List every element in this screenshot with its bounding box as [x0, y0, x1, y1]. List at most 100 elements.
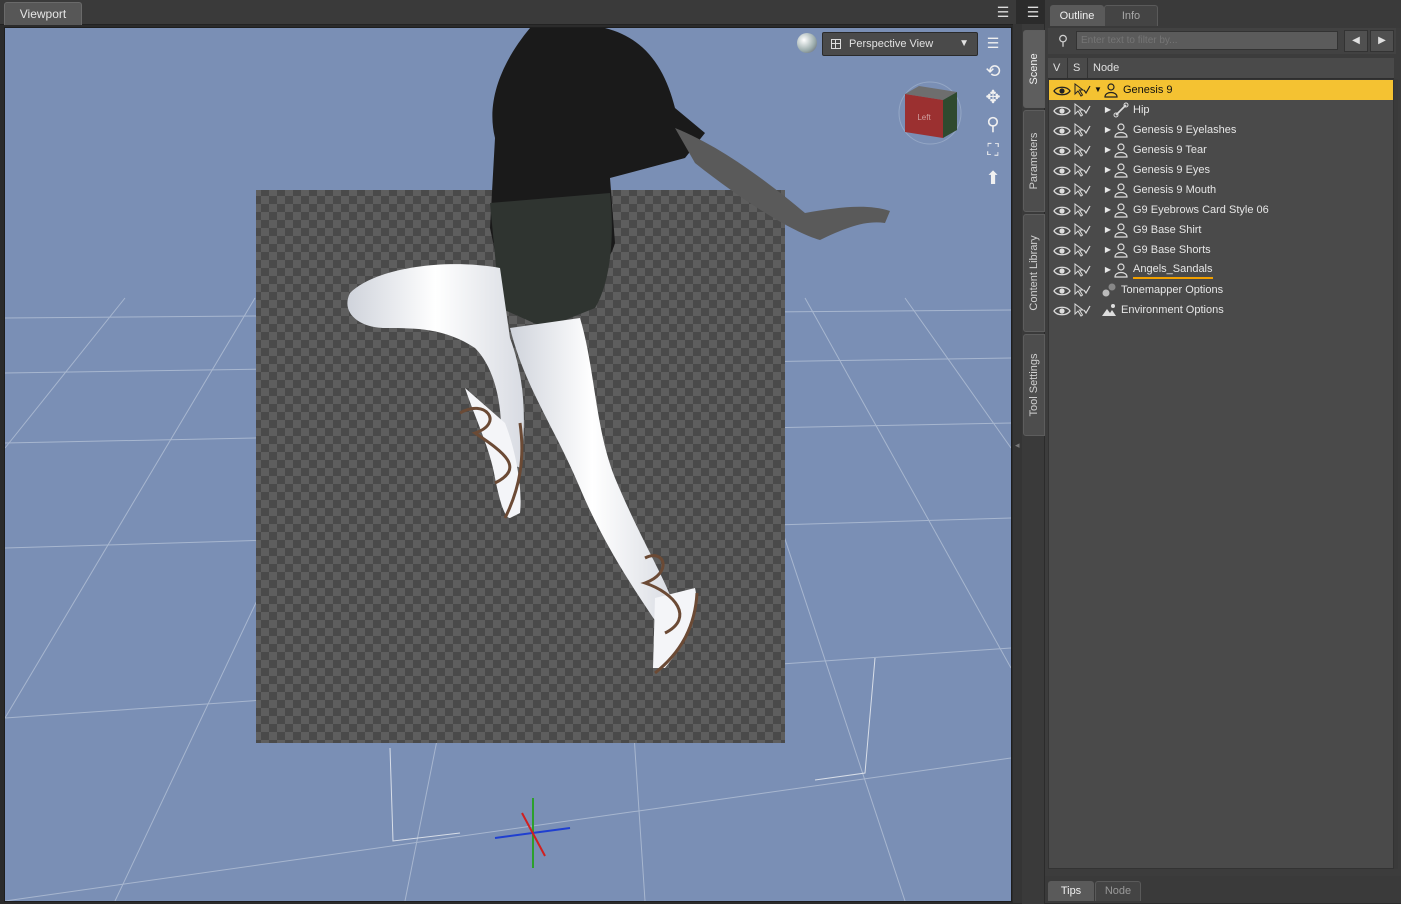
selectable-arrow-icon[interactable] — [1073, 263, 1091, 277]
node-label: G9 Base Shirt — [1133, 224, 1202, 236]
figure-icon — [1113, 162, 1129, 178]
reset-view-icon[interactable]: ⬆ — [981, 167, 1005, 189]
selectable-arrow-icon[interactable] — [1073, 183, 1091, 197]
axis-gizmo — [494, 798, 571, 868]
zoom-icon[interactable]: ⚲ — [981, 113, 1005, 135]
selectable-arrow-icon[interactable] — [1073, 303, 1091, 317]
expand-arrow-icon[interactable]: ▶ — [1103, 200, 1113, 220]
outline-row[interactable]: ▶ G9 Eyebrows Card Style 06 — [1049, 200, 1393, 220]
orbit-icon[interactable]: ⟲ — [981, 60, 1005, 82]
node-label: Angels_Sandals — [1133, 261, 1213, 279]
node-label: Tonemapper Options — [1121, 284, 1224, 296]
outline-row[interactable]: ▶ Angels_Sandals — [1049, 260, 1393, 280]
figure-shorts — [490, 193, 612, 328]
next-icon[interactable]: ▶ — [1370, 30, 1394, 52]
tab-scene[interactable]: Scene — [1023, 30, 1045, 108]
expand-arrow-icon[interactable]: ▶ — [1103, 240, 1113, 260]
scene-render — [5, 28, 1011, 901]
visibility-eye-icon[interactable] — [1053, 304, 1071, 316]
viewport-tab-bar — [0, 0, 1016, 25]
visibility-eye-icon[interactable] — [1053, 104, 1071, 116]
selectable-arrow-icon[interactable] — [1073, 143, 1091, 157]
expand-arrow-icon[interactable]: ▶ — [1103, 100, 1113, 120]
node-label: Genesis 9 Eyes — [1133, 164, 1211, 176]
side-tab-strip: Scene Parameters Content Library Tool Se… — [1022, 24, 1045, 904]
outline-row[interactable]: ▼ Genesis 9 — [1049, 80, 1393, 100]
selectable-arrow-icon[interactable] — [1073, 103, 1091, 117]
previous-icon[interactable]: ◀ — [1344, 30, 1368, 52]
outline-row[interactable]: ▶ Genesis 9 Eyes — [1049, 160, 1393, 180]
visibility-eye-icon[interactable] — [1053, 144, 1071, 156]
figure-icon — [1113, 262, 1129, 278]
selectable-arrow-icon[interactable] — [1073, 283, 1091, 297]
tab-tool-settings[interactable]: Tool Settings — [1023, 334, 1045, 436]
viewport-options-icon[interactable]: ☰ — [981, 32, 1005, 54]
selectable-arrow-icon[interactable] — [1073, 203, 1091, 217]
selectable-arrow-icon[interactable] — [1073, 223, 1091, 237]
tab-tips[interactable]: Tips — [1048, 881, 1094, 901]
expand-arrow-icon[interactable]: ▶ — [1103, 260, 1113, 280]
visibility-eye-icon[interactable] — [1053, 164, 1071, 176]
outline-row[interactable]: ▶ Genesis 9 Tear — [1049, 140, 1393, 160]
node-label: G9 Base Shorts — [1133, 244, 1211, 256]
viewport-canvas[interactable] — [4, 27, 1012, 902]
node-label: Hip — [1133, 104, 1150, 116]
splitter-grip-icon[interactable]: ◂ — [1015, 440, 1020, 460]
visibility-eye-icon[interactable] — [1053, 244, 1071, 256]
visibility-eye-icon[interactable] — [1053, 84, 1071, 96]
expand-arrow-icon[interactable]: ▶ — [1103, 160, 1113, 180]
selectable-arrow-icon[interactable] — [1073, 243, 1091, 257]
collapse-arrow-icon[interactable]: ▼ — [1093, 80, 1103, 100]
column-selectable[interactable]: S — [1068, 58, 1088, 78]
column-node[interactable]: Node — [1088, 58, 1394, 78]
node-label: G9 Eyebrows Card Style 06 — [1133, 204, 1269, 216]
selectable-arrow-icon[interactable] — [1073, 83, 1091, 97]
node-label: Genesis 9 — [1123, 84, 1173, 96]
selectable-arrow-icon[interactable] — [1073, 123, 1091, 137]
search-icon[interactable]: ⚲ — [1053, 30, 1073, 50]
panel-splitter[interactable] — [1013, 24, 1022, 903]
chevron-down-icon: ▼ — [959, 38, 969, 49]
frame-icon[interactable]: ⛶ — [981, 140, 1005, 162]
outline-row[interactable]: Tonemapper Options — [1049, 280, 1393, 300]
pane-menu-icon[interactable]: ☰ — [1024, 4, 1042, 20]
outline-scrollbar[interactable] — [1394, 79, 1398, 869]
view-cube[interactable]: Left — [897, 80, 963, 146]
visibility-eye-icon[interactable] — [1053, 284, 1071, 296]
grid-icon — [831, 39, 841, 49]
figure-icon — [1113, 202, 1129, 218]
tab-content-library[interactable]: Content Library — [1023, 214, 1045, 332]
column-visible[interactable]: V — [1048, 58, 1068, 78]
outline-row[interactable]: Environment Options — [1049, 300, 1393, 320]
tab-parameters[interactable]: Parameters — [1023, 110, 1045, 212]
figure-icon — [1103, 82, 1119, 98]
outline-row[interactable]: ▶ Genesis 9 Mouth — [1049, 180, 1393, 200]
visibility-eye-icon[interactable] — [1053, 184, 1071, 196]
outline-row[interactable]: ▶ G9 Base Shorts — [1049, 240, 1393, 260]
outline-row[interactable]: ▶ Hip — [1049, 100, 1393, 120]
visibility-eye-icon[interactable] — [1053, 124, 1071, 136]
outline-row[interactable]: ▶ Genesis 9 Eyelashes — [1049, 120, 1393, 140]
pan-icon[interactable]: ✥ — [981, 86, 1005, 108]
draw-style-sphere-icon[interactable] — [797, 33, 817, 53]
tab-outline[interactable]: Outline — [1050, 5, 1104, 26]
viewport-tab[interactable]: Viewport — [4, 2, 82, 25]
visibility-eye-icon[interactable] — [1053, 224, 1071, 236]
visibility-eye-icon[interactable] — [1053, 204, 1071, 216]
node-label: Genesis 9 Mouth — [1133, 184, 1217, 196]
selectable-arrow-icon[interactable] — [1073, 163, 1091, 177]
expand-arrow-icon[interactable]: ▶ — [1103, 140, 1113, 160]
figure-icon — [1113, 182, 1129, 198]
node-label: Genesis 9 Tear — [1133, 144, 1207, 156]
outline-row[interactable]: ▶ G9 Base Shirt — [1049, 220, 1393, 240]
visibility-eye-icon[interactable] — [1053, 264, 1071, 276]
expand-arrow-icon[interactable]: ▶ — [1103, 120, 1113, 140]
figure-icon — [1113, 142, 1129, 158]
filter-input[interactable] — [1076, 31, 1338, 50]
viewport-menu-icon[interactable]: ☰ — [994, 4, 1012, 20]
expand-arrow-icon[interactable]: ▶ — [1103, 180, 1113, 200]
tab-info[interactable]: Info — [1104, 5, 1158, 26]
view-select-dropdown[interactable]: Perspective View ▼ — [822, 32, 978, 56]
expand-arrow-icon[interactable]: ▶ — [1103, 220, 1113, 240]
tab-node[interactable]: Node — [1095, 881, 1141, 901]
